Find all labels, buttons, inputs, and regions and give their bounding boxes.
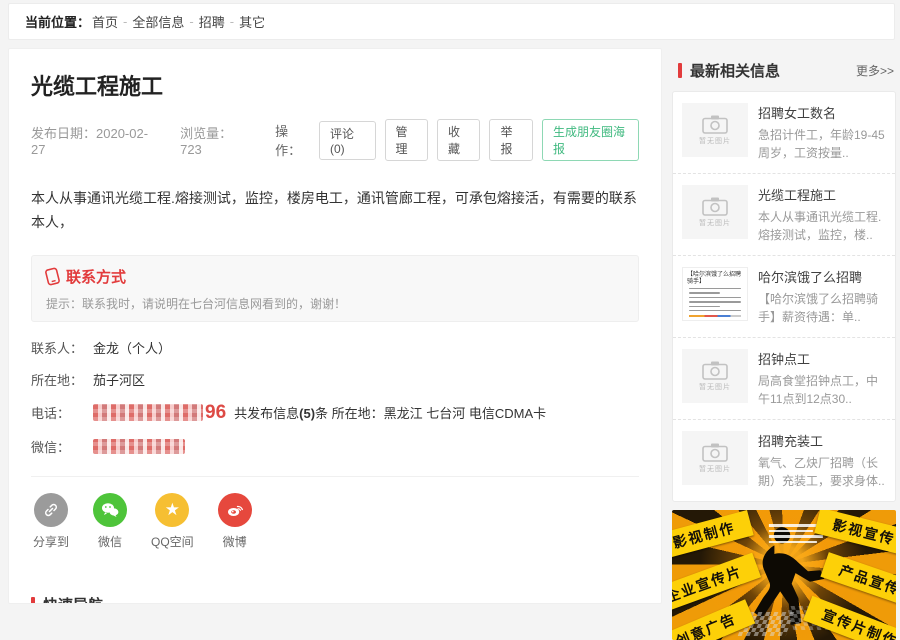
contact-wechat-label: 微信： <box>31 439 71 455</box>
share-label: QQ空间 <box>151 534 194 549</box>
phone-number-redacted <box>93 404 203 422</box>
publisher-info: 共发布信息(5)条 所在地：黑龙江 七台河 电信CDMA卡 <box>234 403 546 422</box>
related-item-desc: 局高食堂招钟点工，中午11点到12点30.. <box>758 374 879 406</box>
breadcrumb-separator: - <box>189 14 194 29</box>
contact-header: 联系方式 <box>66 268 127 286</box>
contact-name-value: 金龙（个人） <box>93 340 172 356</box>
link-icon <box>45 503 57 516</box>
related-item-desc: 本人从事通讯光缆工程.熔接测试，监控，楼.. <box>758 210 882 242</box>
section-accent-bar <box>678 63 682 78</box>
publisher-post-count: (5) <box>299 406 316 422</box>
section-accent-bar <box>31 596 35 603</box>
share-label: 微博 <box>222 534 247 549</box>
related-item-female-workers[interactable]: 暂无图片 招聘女工数名 急招计件工，年龄19-45周岁，工资按量.. <box>673 92 895 173</box>
contact-wechat-row: 微信： <box>31 437 639 456</box>
share-link-button[interactable]: 分享到 <box>33 492 70 550</box>
share-weibo-button[interactable]: 微博 <box>217 492 252 550</box>
related-item-filling-worker[interactable]: 暂无图片 招聘充装工 氧气、乙炔厂招聘（长期）充装工，要求身体.. <box>673 419 895 501</box>
main-content: 光缆工程施工 发布日期：2020-02-27 浏览量：723 操作： 评论(0)… <box>8 48 662 604</box>
breadcrumb: 当前位置： 首页 - 全部信息 - 招聘 - 其它 <box>8 3 895 40</box>
no-image-label: 暂无图片 <box>699 383 731 391</box>
contact-tip: 提示：联系我时，请说明在七台河信息网看到的，谢谢！ <box>46 296 347 311</box>
breadcrumb-separator: - <box>123 14 128 29</box>
share-label: 微信 <box>98 534 123 549</box>
quicknav-title: 快速导航 <box>43 594 103 603</box>
manage-button[interactable]: 管理 <box>384 119 428 161</box>
related-item-title: 招钟点工 <box>758 352 811 367</box>
wechat-icon <box>102 502 119 517</box>
contact-name-row: 联系人： 金龙（个人） <box>31 338 639 357</box>
camera-icon <box>702 197 728 216</box>
camera-icon <box>702 361 728 380</box>
related-item-fiber-project[interactable]: 暂无图片 光缆工程施工 本人从事通讯光缆工程.熔接测试，监控，楼.. <box>673 173 895 255</box>
share-wechat-button[interactable]: 微信 <box>93 492 128 550</box>
post-meta-row: 发布日期：2020-02-27 浏览量：723 操作： 评论(0) 管理 收藏 … <box>31 119 640 161</box>
related-item-title: 光缆工程施工 <box>758 188 837 203</box>
comment-button[interactable]: 评论(0) <box>318 120 376 160</box>
contact-name-label: 联系人： <box>31 340 84 356</box>
related-item-title: 哈尔滨饿了么招聘 <box>758 270 863 285</box>
actions-label: 操作： <box>275 124 302 158</box>
ad-banner-product-promo: 产品宣传 <box>820 552 896 608</box>
page: 当前位置： 首页 - 全部信息 - 招聘 - 其它 光缆工程施工 发布日期：20… <box>0 0 900 640</box>
sidebar: 最新相关信息 更多>> 暂无图片 招聘女工数名 急招计件工，年龄19-45周岁，… <box>672 48 896 640</box>
favorite-button[interactable]: 收藏 <box>437 119 481 161</box>
thumbnail-text: 【哈尔滨饿了么招聘骑手】 <box>687 272 742 286</box>
breadcrumb-all-info[interactable]: 全部信息 <box>132 12 184 31</box>
publisher-info-suffix: 条 所在地：黑龙江 七台河 电信CDMA卡 <box>315 406 547 422</box>
contact-area-label: 所在地： <box>31 372 84 388</box>
wechat-id-redacted <box>93 438 185 454</box>
contact-rows: 联系人： 金龙（个人） 所在地： 茄子河区 电话： 96 共发布信息(5)条 所… <box>31 338 639 456</box>
publish-date: 发布日期：2020-02-27 <box>31 126 149 157</box>
weibo-icon <box>227 505 243 516</box>
more-link[interactable]: 更多>> <box>856 62 894 79</box>
share-label: 分享到 <box>33 534 70 549</box>
breadcrumb-label: 当前位置： <box>25 15 91 30</box>
related-item-eleme-riders[interactable]: 【哈尔滨饿了么招聘骑手】 哈尔滨饿了么招聘 【哈尔滨饿了么招聘骑手】薪资待遇：单… <box>673 255 895 337</box>
breadcrumb-other[interactable]: 其它 <box>239 12 265 31</box>
quicknav-section: 快速导航 七台河招聘 计算机专业 文职 厨师 业务员 服务员 营业员 工人 司机… <box>31 594 639 603</box>
related-item-title: 招聘女工数名 <box>758 106 837 121</box>
camera-icon <box>702 443 728 462</box>
contact-box: 联系方式 提示：联系我时，请说明在七台河信息网看到的，谢谢！ <box>31 254 639 322</box>
publisher-info-prefix: 共发布信息 <box>234 406 300 422</box>
no-image-label: 暂无图片 <box>699 219 731 227</box>
breadcrumb-jobs[interactable]: 招聘 <box>199 12 225 31</box>
view-count: 浏览量：723 <box>180 126 233 157</box>
share-qzone-button[interactable]: ★ QQ空间 <box>151 492 194 550</box>
sidebar-title: 最新相关信息 <box>690 63 781 80</box>
page-title: 光缆工程施工 <box>31 74 164 99</box>
phone-icon <box>45 267 60 285</box>
contact-phone-row: 电话： 96 共发布信息(5)条 所在地：黑龙江 七台河 电信CDMA卡 <box>31 402 639 424</box>
contact-phone-label: 电话： <box>31 406 71 422</box>
post-description: 本人从事通讯光缆工程.熔接测试，监控，楼房电工，通讯管廊工程，可承包熔接活，有需… <box>31 190 637 230</box>
text-thumbnail: 【哈尔滨饿了么招聘骑手】 <box>682 267 748 321</box>
no-image-placeholder: 暂无图片 <box>682 431 748 485</box>
related-item-title: 招聘充装工 <box>758 434 824 449</box>
no-image-placeholder: 暂无图片 <box>682 349 748 403</box>
report-button[interactable]: 举报 <box>489 119 533 161</box>
no-image-label: 暂无图片 <box>699 137 731 145</box>
related-item-hourly-worker[interactable]: 暂无图片 招钟点工 局高食堂招钟点工，中午11点到12点30.. <box>673 337 895 419</box>
no-image-placeholder: 暂无图片 <box>682 103 748 157</box>
related-item-desc: 【哈尔滨饿了么招聘骑手】薪资待遇：单.. <box>758 292 879 324</box>
no-image-label: 暂无图片 <box>699 465 731 473</box>
breadcrumb-separator: - <box>229 14 235 29</box>
contact-area-row: 所在地： 茄子河区 <box>31 370 639 389</box>
share-bar: 分享到 微信 ★ QQ空间 微博 <box>31 477 639 556</box>
video-production-ad[interactable]: 影视制作 影视宣传 企业宣传片 产品宣传 创意广告 宣传片制作 <box>672 510 896 640</box>
phone-visible-digits: 96 <box>205 401 227 423</box>
no-image-placeholder: 暂无图片 <box>682 185 748 239</box>
related-item-desc: 氧气、乙炔厂招聘（长期）充装工，要求身体.. <box>758 456 885 488</box>
breadcrumb-home[interactable]: 首页 <box>92 12 118 31</box>
related-item-desc: 急招计件工，年龄19-45周岁，工资按量.. <box>758 128 885 160</box>
generate-poster-button[interactable]: 生成朋友圈海报 <box>541 119 640 161</box>
thumbnail-highlight-line <box>689 314 741 318</box>
contact-area-value: 茄子河区 <box>93 372 146 388</box>
star-icon: ★ <box>164 500 180 520</box>
related-list: 暂无图片 招聘女工数名 急招计件工，年龄19-45周岁，工资按量.. 暂无图片 <box>672 91 896 502</box>
camera-icon <box>702 115 728 134</box>
